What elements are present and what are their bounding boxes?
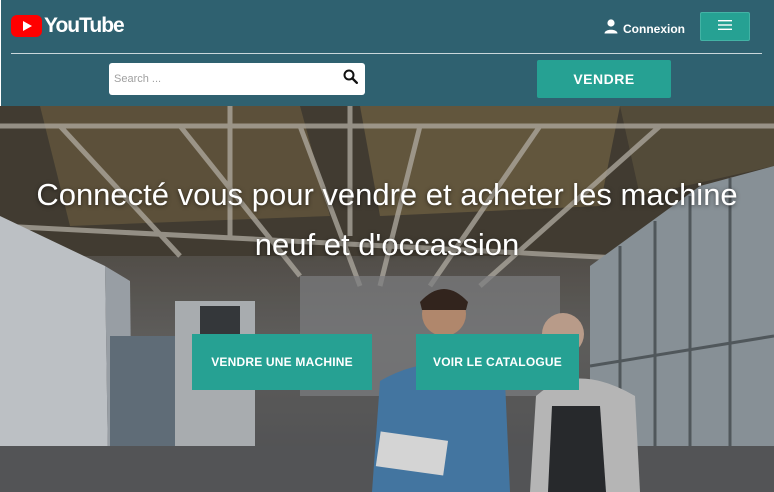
- sell-machine-button[interactable]: VENDRE UNE MACHINE: [192, 334, 372, 390]
- menu-toggle-button[interactable]: [700, 12, 750, 41]
- hero-title-line-2: neuf et d'occassion: [254, 227, 520, 262]
- hero-title-line-1: Connecté vous pour vendre et acheter les…: [36, 177, 738, 212]
- youtube-logo[interactable]: YouTube: [11, 14, 125, 38]
- hero-banner: Connecté vous pour vendre et acheter les…: [0, 106, 774, 492]
- search-input[interactable]: [109, 64, 337, 94]
- login-label: Connexion: [623, 21, 685, 36]
- site-header: YouTube Connexion Search ... VENDRE: [1, 0, 774, 106]
- view-catalog-button[interactable]: VOIR LE CATALOGUE: [416, 334, 579, 390]
- login-link[interactable]: Connexion: [603, 18, 685, 39]
- user-icon: [603, 18, 619, 39]
- search-button[interactable]: [337, 64, 363, 94]
- play-icon: [11, 15, 42, 37]
- search-icon: [343, 69, 358, 89]
- search-bar: [109, 63, 365, 95]
- hero-title: Connecté vous pour vendre et acheter les…: [0, 170, 774, 270]
- hamburger-menu-icon: [717, 18, 733, 36]
- sell-button[interactable]: VENDRE: [537, 60, 671, 98]
- logo-text: YouTube: [44, 14, 125, 37]
- header-divider: [11, 53, 762, 54]
- factory-background-image: [0, 106, 774, 492]
